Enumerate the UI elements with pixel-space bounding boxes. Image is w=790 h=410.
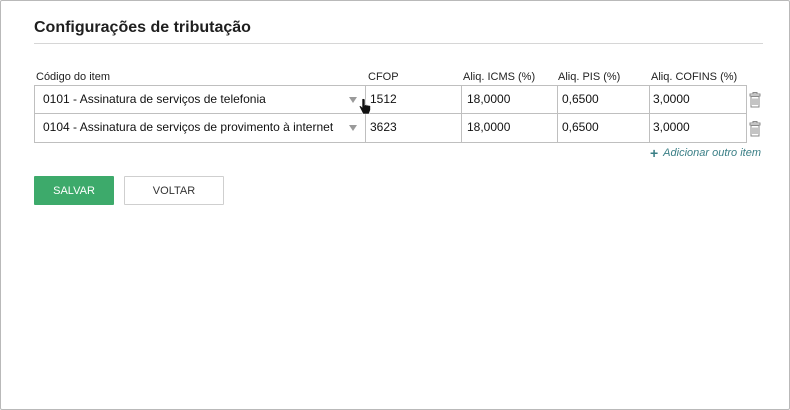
pis-rate-input[interactable]: 0,6500 [557, 85, 650, 114]
table-row: 0104 - Assinatura de serviços de provime… [34, 114, 763, 143]
page-title: Configurações de tributação [34, 19, 251, 36]
item-code-value: 0101 - Assinatura de serviços de telefon… [43, 92, 266, 106]
column-header-code: Código do item [36, 71, 110, 83]
pis-rate-input[interactable]: 0,6500 [557, 114, 650, 143]
title-divider [34, 43, 763, 44]
chevron-down-icon[interactable] [349, 97, 357, 103]
cfop-input[interactable]: 3623 [365, 114, 462, 143]
settings-panel: Configurações de tributação Código do it… [0, 0, 790, 410]
back-button[interactable]: VOLTAR [124, 176, 224, 205]
hand-cursor-icon [359, 98, 371, 115]
chevron-down-icon[interactable] [349, 125, 357, 131]
cofins-rate-input[interactable]: 3,0000 [649, 85, 747, 114]
item-code-value: 0104 - Assinatura de serviços de provime… [43, 120, 334, 134]
add-item-link[interactable]: + Adicionar outro item [649, 144, 761, 161]
column-header-pis: Aliq. PIS (%) [558, 71, 621, 83]
table-row: 0101 - Assinatura de serviços de telefon… [34, 85, 763, 114]
trash-icon[interactable] [747, 92, 763, 108]
plus-icon: + [649, 144, 659, 161]
icms-rate-input[interactable]: 18,0000 [461, 114, 558, 143]
save-button[interactable]: SALVAR [34, 176, 114, 205]
column-header-icms: Aliq. ICMS (%) [463, 71, 536, 83]
icms-rate-input[interactable]: 18,0000 [461, 85, 558, 114]
add-item-label: Adicionar outro item [663, 147, 761, 159]
cfop-input[interactable]: 1512 [365, 85, 462, 114]
column-header-cfop: CFOP [368, 71, 399, 83]
cofins-rate-input[interactable]: 3,0000 [649, 114, 747, 143]
column-header-cofins: Aliq. COFINS (%) [651, 71, 738, 83]
trash-icon[interactable] [747, 121, 763, 137]
item-code-select[interactable]: 0101 - Assinatura de serviços de telefon… [34, 85, 366, 114]
item-code-select[interactable]: 0104 - Assinatura de serviços de provime… [34, 114, 366, 143]
